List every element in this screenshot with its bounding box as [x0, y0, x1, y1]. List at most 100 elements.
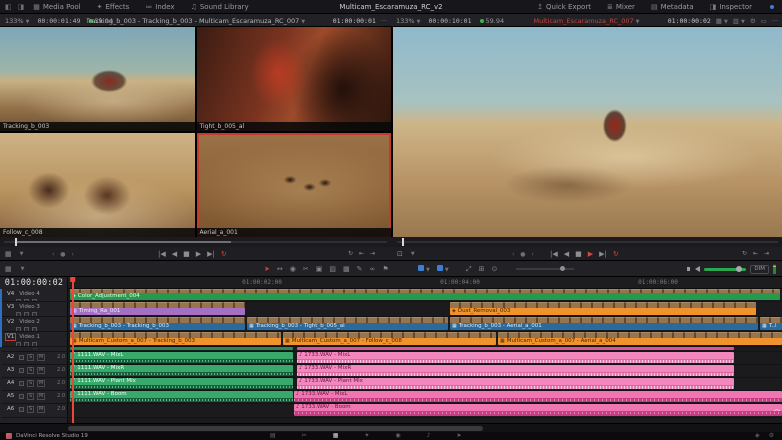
- multicam-angle-1[interactable]: Tracking_b_003: [0, 27, 195, 131]
- replace-clip-icon[interactable]: ▩: [343, 261, 350, 277]
- volume-handle[interactable]: [736, 266, 742, 272]
- video-clip[interactable]: ▦Tracking_b_003 - Tracking_b_003: [70, 317, 245, 330]
- timeline-title[interactable]: Multicam_Escaramuza_RC_007▼: [533, 17, 639, 25]
- insert-clip-icon[interactable]: ▣: [316, 261, 323, 277]
- loop-playback-icon[interactable]: ↻: [348, 247, 353, 261]
- audio-clip[interactable]: ♪ 1111.WAV - Plant Mix: [70, 378, 293, 389]
- timeline-scrub-handle[interactable]: [402, 238, 404, 246]
- audio-clip[interactable]: ♪ 1111.WAV - Boom: [70, 391, 293, 402]
- step-back-icon[interactable]: ◀: [172, 247, 177, 261]
- sound-library-button[interactable]: ♫Sound Library: [187, 2, 253, 12]
- dim-button[interactable]: DIM: [750, 265, 769, 274]
- goto-out-icon[interactable]: ⇥: [370, 247, 375, 261]
- timeline-scrollbar[interactable]: [0, 423, 782, 432]
- mixer-button[interactable]: ≣Mixer: [603, 2, 639, 12]
- display-mode-icon[interactable]: ▭: [761, 17, 767, 25]
- audio-clip[interactable]: ♪ 1733.WAV - Plant Mix: [297, 378, 734, 389]
- flag-icon[interactable]: ⚑: [382, 261, 388, 277]
- track-destination-v1[interactable]: V1: [5, 333, 16, 341]
- track-lane-a5[interactable]: ♪ 1111.WAV - Boom♪ 1733.WAV - MixL: [68, 391, 782, 404]
- trim-edit-mode-icon[interactable]: ↔: [277, 261, 283, 277]
- settings-gear-icon[interactable]: ⚙: [769, 432, 774, 440]
- page-fusion-icon[interactable]: ✦: [364, 432, 369, 440]
- source-clip-title[interactable]: Tracking_b_003 - Tracking_b_003 - Multic…: [86, 17, 305, 25]
- blade-edit-mode-icon[interactable]: ✂: [303, 261, 309, 277]
- page-edit-icon[interactable]: ▦: [333, 432, 339, 440]
- quick-export-button[interactable]: ↥Quick Export: [533, 2, 595, 12]
- playhead-head[interactable]: [70, 277, 75, 282]
- solo-button[interactable]: S: [27, 380, 34, 387]
- media-pool-button[interactable]: ▦Media Pool: [29, 2, 84, 12]
- tools-icon[interactable]: ⚙: [750, 17, 756, 25]
- next-clip-icon[interactable]: ▶|: [599, 247, 607, 261]
- video-clip[interactable]: ◈Dust_Removal_003: [450, 302, 756, 315]
- video-clip[interactable]: ▦Multicam_Custom_a_007 - Follow_c_008: [283, 332, 496, 345]
- marker-color-select[interactable]: ▼: [437, 265, 449, 273]
- scrollbar-thumb[interactable]: [68, 426, 483, 431]
- dynamic-trim-icon[interactable]: ◉: [290, 261, 296, 277]
- page-cut-icon[interactable]: ✂: [302, 432, 307, 440]
- page-color-icon[interactable]: ◉: [395, 432, 400, 440]
- panel-toggle-right-icon[interactable]: ◨: [17, 3, 26, 11]
- lock-icon[interactable]: [19, 407, 24, 412]
- pen-icon[interactable]: ✎: [357, 261, 363, 277]
- playhead[interactable]: [72, 277, 74, 423]
- previous-clip-icon[interactable]: |◀: [550, 247, 558, 261]
- audio-clip[interactable]: [70, 347, 293, 350]
- mute-button[interactable]: M: [37, 406, 45, 413]
- video-clip[interactable]: ◈Color_Adjustment_004: [70, 289, 780, 300]
- source-zoom-select[interactable]: 133%▼: [5, 17, 29, 25]
- goto-in-icon[interactable]: ⇤: [359, 247, 364, 261]
- audio-clip[interactable]: ♪ 1111.WAV - MixR: [70, 365, 293, 376]
- track-lane-v1[interactable]: ▦Multicam_Custom_a_007 - Tracking_b_003▦…: [68, 332, 782, 347]
- timeline-ruler[interactable]: 01:00:02:0001:00:04:0001:00:06:00: [68, 277, 782, 289]
- audio-clip[interactable]: ♪ 1733.WAV - MixL: [294, 391, 782, 402]
- custom-zoom-icon[interactable]: ⊙: [491, 261, 497, 277]
- page-deliver-icon[interactable]: ➤: [457, 432, 462, 440]
- loop-playback-icon[interactable]: ↻: [742, 247, 747, 261]
- solo-button[interactable]: S: [27, 367, 34, 374]
- source-scrub-handle[interactable]: [15, 238, 17, 246]
- more-options-icon[interactable]: ···: [772, 17, 778, 25]
- multicam-angle-3[interactable]: Follow_c_008: [0, 133, 195, 237]
- audio-clip[interactable]: ♪ 1733.WAV - MixL: [297, 352, 734, 363]
- timeline-view-select[interactable]: ⊡▼: [397, 247, 415, 261]
- mute-button[interactable]: M: [37, 354, 45, 361]
- timeline-lanes[interactable]: 01:00:02:0001:00:04:0001:00:06:00 ◈Color…: [68, 277, 782, 423]
- track-lane-v2[interactable]: ▦Tracking_b_003 - Tracking_b_003 ▦Trackin…: [68, 317, 782, 332]
- lock-icon[interactable]: [19, 368, 24, 373]
- index-button[interactable]: ≔Index: [141, 2, 178, 12]
- audio-clip[interactable]: ♪ 1733.WAV - Boom⌒: [294, 404, 782, 416]
- track-destination-a4[interactable]: A4: [5, 379, 16, 387]
- panel-toggle-left-icon[interactable]: ◧: [4, 3, 13, 11]
- video-clip[interactable]: ▥Timing_Ra_001: [70, 302, 245, 315]
- timeline-zoom-slider[interactable]: [516, 261, 574, 277]
- lock-icon[interactable]: [19, 381, 24, 386]
- multicam-angle-2[interactable]: Tight_b_005_al: [197, 27, 392, 131]
- multicam-display-icon[interactable]: ▦▼: [716, 17, 728, 25]
- timeline-scrub-bar[interactable]: [397, 241, 778, 243]
- goto-out-icon[interactable]: ⇥: [764, 247, 769, 261]
- solo-button[interactable]: S: [27, 406, 34, 413]
- source-view-select[interactable]: ▦▼: [5, 247, 23, 261]
- track-destination-a2[interactable]: A2: [5, 353, 16, 361]
- stop-icon[interactable]: ■: [575, 247, 582, 261]
- source-scrub-bar[interactable]: [4, 241, 387, 243]
- mute-button[interactable]: M: [37, 380, 45, 387]
- timeline-zoom-select[interactable]: 133%▼: [396, 17, 420, 25]
- overwrite-clip-icon[interactable]: ▨: [329, 261, 336, 277]
- video-clip[interactable]: ▦Tracking_b_003 - Aerial_a_001: [450, 317, 758, 330]
- page-media-icon[interactable]: ▤: [270, 432, 276, 440]
- track-lane-v4[interactable]: ◈Color_Adjustment_004: [68, 289, 782, 302]
- page-fairlight-icon[interactable]: ♪: [427, 432, 431, 440]
- video-clip[interactable]: ▦T..l: [760, 317, 782, 330]
- source-more-menu[interactable]: ···: [381, 17, 387, 25]
- track-destination-a5[interactable]: A5: [5, 392, 16, 400]
- mute-button[interactable]: M: [37, 367, 45, 374]
- solo-button[interactable]: S: [27, 354, 34, 361]
- source-jog-control[interactable]: ‹ ● ›: [52, 247, 76, 261]
- video-clip[interactable]: ▦Multicam_Custom_a_007 - Tracking_b_003: [70, 332, 281, 345]
- audio-clip[interactable]: ♪ 1733.WAV - MixR: [297, 365, 734, 376]
- full-extent-zoom-icon[interactable]: ⤢: [466, 261, 472, 277]
- track-destination-v4[interactable]: V4: [5, 290, 16, 298]
